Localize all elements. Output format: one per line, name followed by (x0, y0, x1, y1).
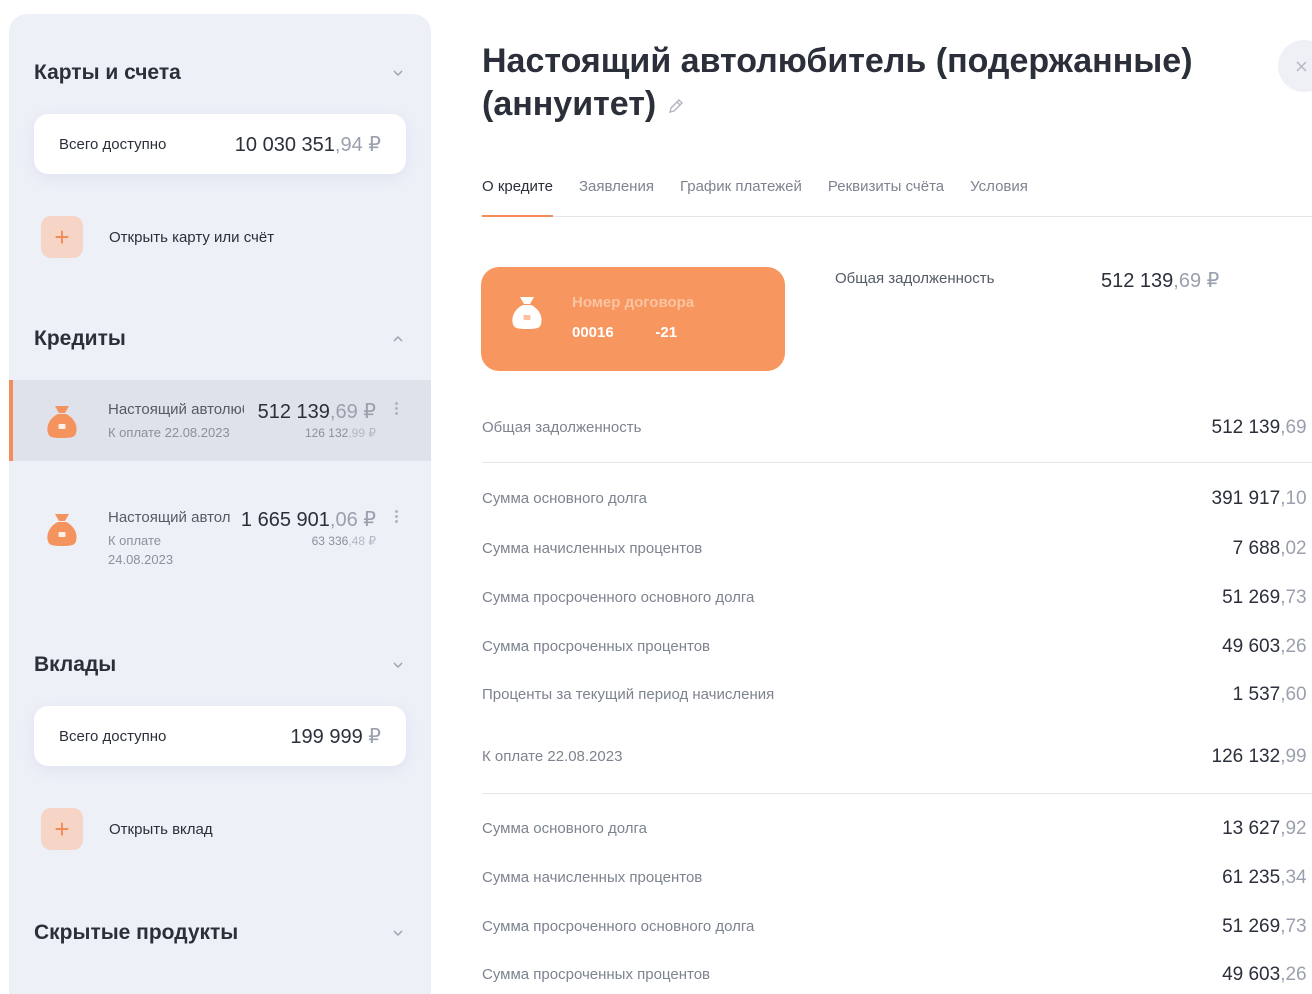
cards-section-header[interactable]: Карты и счета (34, 58, 406, 88)
deposits-section-title: Вклады (34, 653, 117, 676)
loans-section-title: Кредиты (34, 327, 126, 350)
close-icon (1296, 61, 1307, 71)
total-debt-amount: 512 139,69 ₽ (1101, 270, 1220, 292)
chevron-up-icon[interactable] (390, 331, 406, 347)
loan-item-2[interactable]: Настоящий автолюбитель К оплате 24.08.20… (9, 484, 431, 584)
detail-row: Сумма начисленных процентов61 235,34 ₽ (482, 866, 1312, 888)
open-deposit-label: Открыть вклад (109, 820, 213, 838)
detail-row: Сумма просроченных процентов49 603,26 ₽ (482, 635, 1312, 657)
kebab-menu-icon[interactable] (391, 400, 401, 418)
divider (482, 793, 1312, 794)
tab-conditions[interactable]: Условия (970, 176, 1028, 216)
loan-item-1[interactable]: Настоящий автолюбитель К оплате 22.08.20… (9, 380, 431, 461)
detail-row: Проценты за текущий период начисления 1 5… (482, 683, 1312, 705)
open-card-label: Открыть карту или счёт (109, 228, 275, 246)
detail-row: Сумма просроченного основного долга 51 26… (482, 915, 1312, 937)
loan-name: Настоящий автолюбитель (108, 509, 230, 526)
detail-row: Общая задолженность512 139,69 ₽ (482, 416, 1312, 438)
deposits-section-header[interactable]: Вклады (34, 650, 406, 680)
detail-row: Сумма основного долга391 917,10 ₽ (482, 487, 1312, 509)
edit-pencil-icon[interactable] (666, 96, 686, 116)
money-bag-icon (47, 514, 77, 546)
detail-row: Сумма начисленных процентов7 688,02 ₽ (482, 537, 1312, 559)
cards-available-card[interactable]: Всего доступно 10 030 351,94 ₽ (34, 114, 406, 174)
tab-applications[interactable]: Заявления (579, 176, 654, 216)
open-card-button[interactable]: + Открыть карту или счёт (41, 216, 274, 258)
detail-row: Сумма основного долга13 627,92 ₽ (482, 817, 1312, 839)
loan-due-amount: 63 336,48 ₽ (311, 534, 376, 548)
plus-icon: + (41, 808, 83, 850)
detail-row: К оплате 22.08.2023126 132,99 ₽ (482, 745, 1312, 767)
chevron-down-icon[interactable] (390, 65, 406, 81)
deposits-available-label: Всего доступно (59, 727, 167, 745)
tab-about-credit[interactable]: О кредите (482, 176, 553, 217)
contract-card[interactable]: Номер договора 00016 -21 (481, 267, 785, 371)
plus-icon: + (41, 216, 83, 258)
cards-section-title: Карты и счета (34, 61, 181, 84)
hidden-section-header[interactable]: Скрытые продукты (34, 918, 406, 948)
chevron-down-icon[interactable] (390, 657, 406, 673)
detail-row: Сумма просроченных процентов49 603,26 ₽ (482, 963, 1312, 985)
divider (482, 462, 1312, 463)
cards-available-amount: 10 030 351,94 ₽ (234, 133, 381, 156)
tab-account-details[interactable]: Реквизиты счёта (828, 176, 944, 216)
close-button[interactable] (1278, 40, 1312, 92)
hidden-section-title: Скрытые продукты (34, 921, 239, 944)
loan-due-date: 24.08.2023 (108, 552, 174, 567)
deposits-available-card[interactable]: Всего доступно 199 999 ₽ (34, 706, 406, 766)
tab-payment-schedule[interactable]: График платежей (680, 176, 802, 216)
chevron-down-icon[interactable] (390, 925, 406, 941)
contract-number: 00016 -21 (572, 324, 678, 341)
loan-amount: 512 139,69 ₽ (257, 401, 376, 423)
loan-due-label: К оплате (108, 533, 162, 548)
loan-name: Настоящий автолюбитель (108, 401, 244, 418)
kebab-menu-icon[interactable] (391, 508, 401, 526)
money-bag-icon (512, 297, 542, 329)
sidebar: Карты и счета Всего доступно 10 030 351,… (9, 14, 431, 994)
loan-due-date: К оплате 22.08.2023 (108, 425, 230, 440)
page-title: Настоящий автолюбитель (подержанные) (ан… (482, 42, 1193, 123)
tabs-bar: О кредите Заявления График платежей Рекв… (482, 176, 1312, 217)
detail-row: Сумма просроченного основного долга 51 26… (482, 586, 1312, 608)
cards-available-label: Всего доступно (59, 135, 167, 153)
total-debt-label: Общая задолженность (835, 270, 995, 287)
loan-amount: 1 665 901,06 ₽ (240, 509, 376, 531)
money-bag-icon (47, 406, 77, 438)
loan-due-amount: 126 132,99 ₽ (304, 426, 376, 440)
open-deposit-button[interactable]: + Открыть вклад (41, 808, 213, 850)
contract-number-label: Номер договора (572, 294, 695, 311)
loans-section-header[interactable]: Кредиты (34, 324, 406, 354)
deposits-available-amount: 199 999 ₽ (290, 725, 381, 748)
